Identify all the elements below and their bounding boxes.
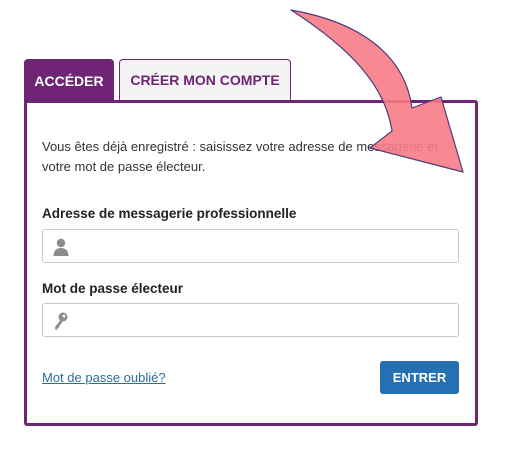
tab-register-label: CRÉER MON COMPTE (130, 72, 280, 88)
login-widget: ACCÉDER CRÉER MON COMPTE Vous êtes déjà … (0, 0, 509, 453)
submit-button-label: ENTRER (392, 370, 447, 385)
email-label: Adresse de messagerie professionnelle (42, 206, 297, 221)
password-label: Mot de passe électeur (42, 281, 184, 296)
password-field-box[interactable] (42, 303, 459, 337)
key-icon (55, 312, 68, 330)
intro-text: Vous êtes déjà enregistré : saisissez vo… (42, 139, 438, 174)
user-icon (53, 238, 69, 256)
password-input[interactable] (79, 304, 449, 336)
email-field-box[interactable] (42, 229, 459, 263)
forgot-password-link[interactable]: Mot de passe oublié? (42, 370, 166, 385)
tab-login-label: ACCÉDER (34, 72, 104, 89)
submit-button[interactable]: ENTRER (380, 361, 459, 394)
tab-register[interactable]: CRÉER MON COMPTE (119, 59, 291, 100)
email-input[interactable] (79, 230, 449, 262)
tab-login[interactable]: ACCÉDER (24, 59, 114, 102)
